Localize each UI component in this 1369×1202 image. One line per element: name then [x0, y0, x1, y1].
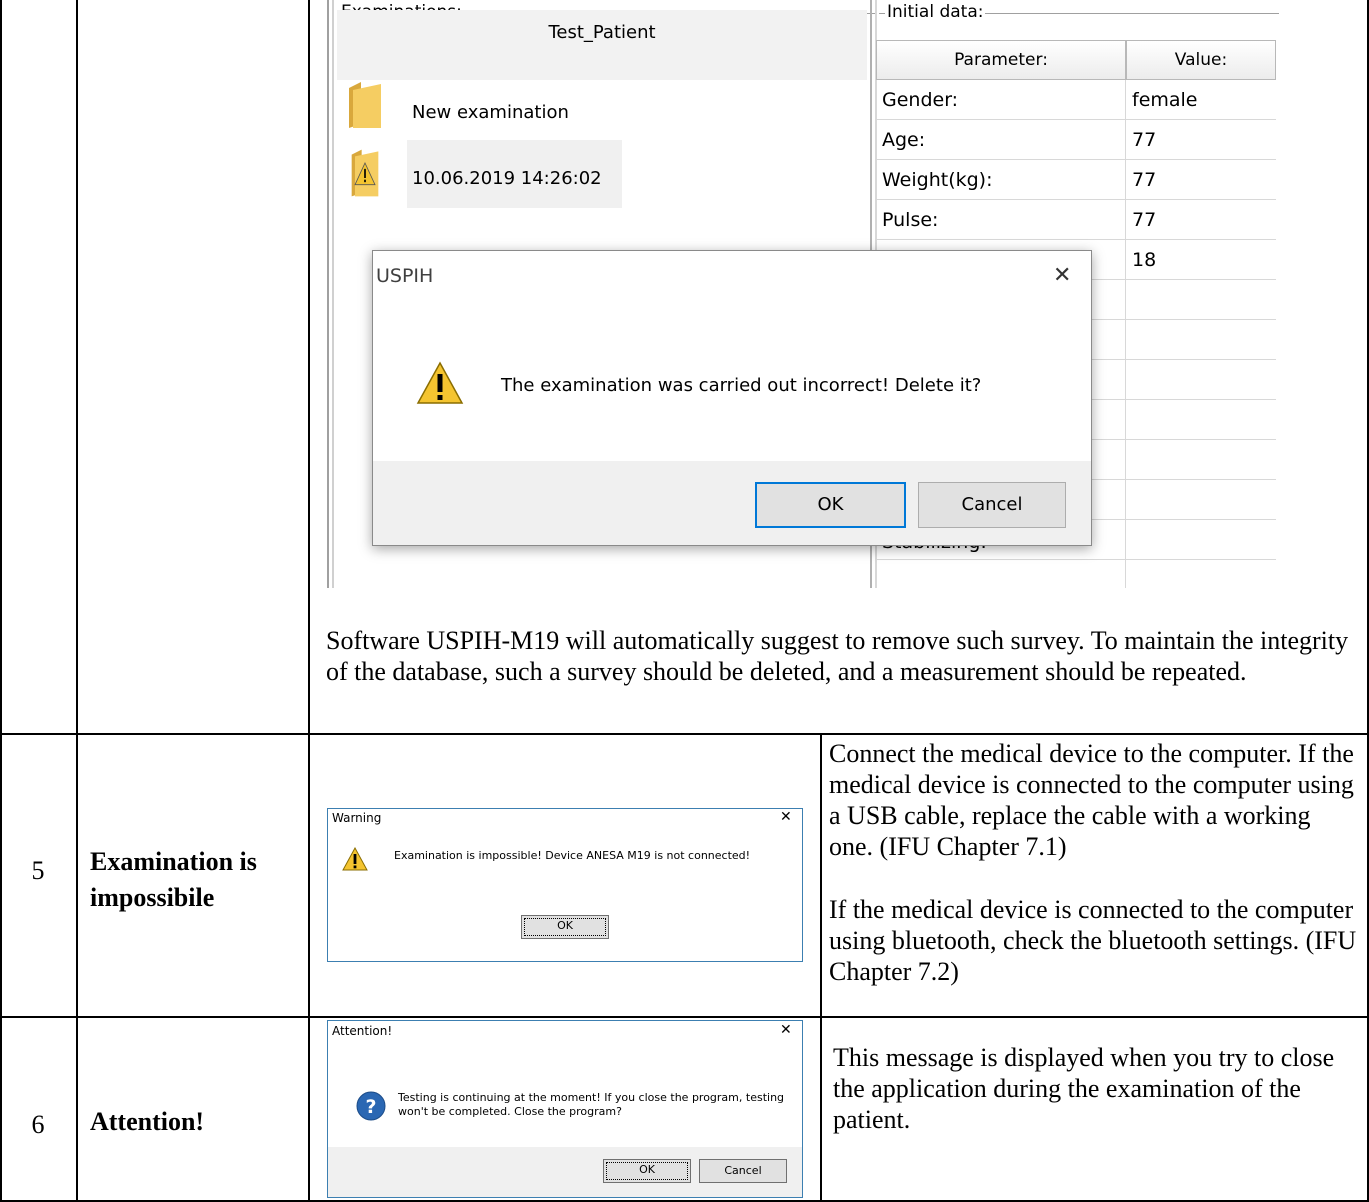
patient-name: Test_Patient [548, 22, 656, 43]
initial-data-group-label: Initial data: [885, 2, 986, 22]
column-header-parameter[interactable]: Parameter: [876, 40, 1126, 80]
table-left-border [0, 0, 2, 1202]
column-divider [820, 733, 822, 1202]
close-icon[interactable]: ✕ [780, 1022, 792, 1038]
parameter-value: 77 [1132, 169, 1157, 191]
row-5-description-2: If the medical device is connected to th… [829, 895, 1357, 986]
cancel-button[interactable]: Cancel [699, 1159, 787, 1183]
row-name: Attention! [90, 1107, 205, 1136]
table-row: Pulse: 77 [876, 200, 1276, 240]
ok-button[interactable]: OK [603, 1159, 691, 1183]
parameter-value: female [1132, 89, 1198, 111]
dialog-message: The examination was carried out incorrec… [501, 375, 982, 396]
troubleshooting-table: Examinations: Test_Patient New examinati… [0, 0, 1369, 1202]
row-4-description: Software USPIH-M19 will automatically su… [326, 626, 1349, 686]
ok-button[interactable]: OK [755, 482, 906, 528]
warning-dialog: Warning ✕ Examination is impossible! Dev… [327, 808, 803, 962]
table-row: Gender: female [876, 80, 1276, 120]
parameter-value: 77 [1132, 129, 1157, 151]
attention-dialog: Attention! ✕ ? Testing is continuing at … [327, 1020, 803, 1198]
warning-folder-icon [351, 149, 379, 197]
table-row: Age: 77 [876, 120, 1276, 160]
question-icon: ? [356, 1091, 386, 1121]
close-icon[interactable]: ✕ [1053, 263, 1071, 288]
row-divider [0, 733, 1369, 735]
parameter-value: 77 [1132, 209, 1157, 231]
parameter-name: Weight(kg): [882, 169, 993, 191]
row-5-description: Connect the medical device to the comput… [829, 739, 1354, 861]
column-divider [308, 0, 310, 1202]
parameter-name: Gender: [882, 89, 959, 111]
parameter-name: Age: [882, 129, 926, 151]
delete-examination-dialog: USPIH ✕ The examination was carried out … [372, 250, 1092, 546]
dialog-footer: OK Cancel [373, 461, 1091, 545]
exam-item-date[interactable]: 10.06.2019 14:26:02 [412, 168, 602, 189]
column-header-value[interactable]: Value: [1126, 40, 1276, 80]
ok-button[interactable]: OK [521, 915, 609, 939]
dialog-title: Attention! [332, 1024, 393, 1038]
folder-icon [349, 82, 381, 128]
parameter-name: Pulse: [882, 209, 939, 231]
row-6-description: This message is displayed when you try t… [833, 1043, 1335, 1134]
warning-icon [416, 361, 464, 404]
table-row: Weight(kg): 77 [876, 160, 1276, 200]
dialog-footer: OK Cancel [328, 1147, 802, 1197]
svg-text:?: ? [365, 1096, 376, 1118]
row-number: 6 [31, 1110, 45, 1139]
examinations-screenshot: Examinations: Test_Patient New examinati… [327, 0, 1287, 588]
parameter-value: 18 [1132, 249, 1157, 271]
dialog-message: Testing is continuing at the moment! If … [398, 1091, 785, 1118]
window-edge [332, 0, 334, 588]
window-edge [327, 0, 329, 588]
exam-item-new[interactable]: New examination [412, 102, 569, 123]
row-name: Examination is impossibile [90, 847, 257, 912]
row-number: 5 [31, 856, 45, 885]
row-divider [0, 1016, 1369, 1018]
patient-header[interactable]: Test_Patient [337, 10, 867, 80]
dialog-title: USPIH [376, 265, 434, 287]
column-divider [76, 0, 78, 1202]
close-icon[interactable]: ✕ [780, 809, 792, 825]
cancel-button[interactable]: Cancel [918, 482, 1066, 528]
warning-icon [342, 847, 368, 871]
dialog-message: Examination is impossible! Device ANESA … [394, 849, 751, 862]
dialog-title: Warning [332, 811, 382, 825]
